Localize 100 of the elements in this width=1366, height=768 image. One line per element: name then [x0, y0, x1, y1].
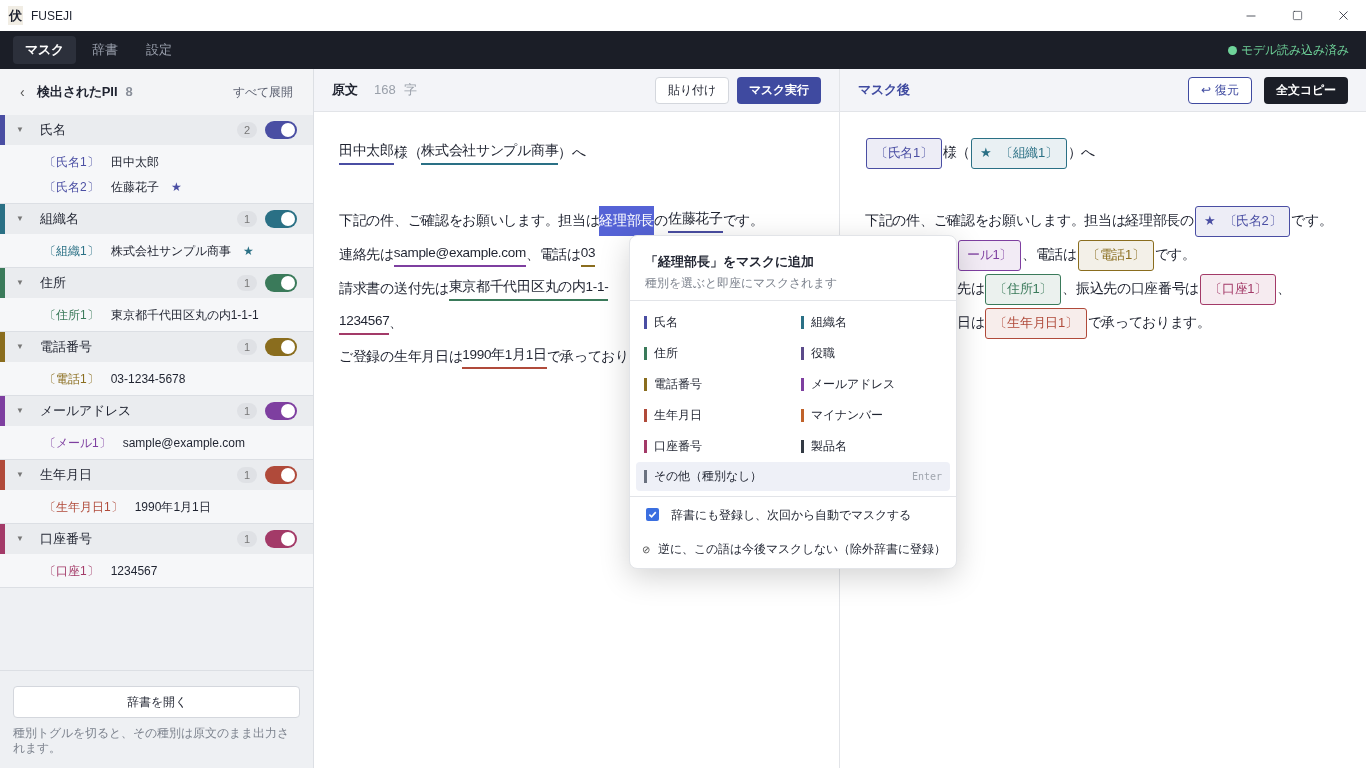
collapse-icon[interactable]: ‹ — [20, 81, 25, 103]
chip-label: 〔口座1〕 — [1209, 280, 1267, 299]
category-header[interactable]: ▼ 生年月日 1 — [5, 460, 313, 490]
toggle-switch[interactable] — [265, 466, 297, 484]
category-label: 氏名 — [39, 121, 66, 140]
count-badge: 1 — [236, 530, 257, 548]
toggle-switch[interactable] — [265, 338, 297, 356]
category-header[interactable]: ▼ 住所 1 — [5, 268, 313, 298]
mask-chip[interactable]: 〔氏名1〕 — [866, 137, 942, 169]
pane-title: マスク後 — [858, 81, 910, 100]
nav-tab[interactable]: マスク — [13, 36, 76, 64]
chip-label: 〔氏名2〕 — [1223, 212, 1282, 231]
pii-tag: 〔氏名1〕 — [44, 152, 99, 171]
detected-text[interactable]: 1234567 — [339, 311, 390, 335]
chevron-icon[interactable]: ▼ — [16, 124, 24, 136]
open-dictionary-button[interactable]: 辞書を開く — [13, 686, 300, 718]
body-text: です。 — [722, 211, 764, 230]
mask-chip[interactable]: 〔住所1〕 — [985, 273, 1062, 305]
star-icon: ★ — [242, 241, 254, 260]
category-option[interactable]: 生年月日 — [636, 399, 793, 431]
chevron-icon[interactable]: ▼ — [16, 277, 24, 289]
category-header[interactable]: ▼ 組織名 1 — [5, 204, 313, 234]
chip-label: 〔生年月日1〕 — [994, 314, 1078, 333]
category-option[interactable]: その他（種別なし） Enter — [636, 461, 950, 491]
category-header[interactable]: ▼ メールアドレス 1 — [5, 396, 313, 426]
category-option[interactable]: マイナンバー — [793, 399, 950, 431]
body-text: 日は — [957, 313, 985, 332]
category-option[interactable]: 氏名 — [636, 306, 793, 338]
detected-text[interactable]: 1990年1月1日 — [462, 345, 547, 369]
model-status: モデル読み込み済み — [1241, 42, 1349, 59]
mask-chip[interactable]: 〔生年月日1〕 — [985, 307, 1087, 339]
chevron-icon[interactable]: ▼ — [16, 533, 24, 545]
category-label: 住所 — [39, 274, 66, 293]
star-icon: ★ — [170, 177, 182, 196]
category-option[interactable]: 組織名 — [793, 306, 950, 338]
chevron-icon[interactable]: ▼ — [16, 213, 24, 225]
category-option[interactable]: 住所 — [636, 337, 793, 369]
copy-all-button[interactable]: 全文コピー — [1264, 76, 1348, 104]
count-badge: 1 — [236, 402, 257, 420]
chip-label: ール1〕 — [967, 246, 1013, 265]
detected-text[interactable]: sample@example.com — [393, 243, 526, 267]
star-icon: ★ — [1203, 211, 1216, 231]
chevron-icon[interactable]: ▼ — [16, 341, 24, 353]
app-logo: 伏 — [8, 5, 23, 26]
chevron-icon[interactable]: ▼ — [16, 469, 24, 481]
category-label: 生年月日 — [39, 466, 92, 485]
category-option[interactable]: 製品名 — [793, 430, 950, 462]
category-header[interactable]: ▼ 口座番号 1 — [5, 524, 313, 554]
detected-text[interactable]: 株式会社サンプル商事 — [421, 141, 559, 165]
mask-chip[interactable]: ール1〕 — [958, 239, 1022, 271]
pii-value: 田中太郎 — [110, 153, 159, 171]
body-text: 、電話は — [525, 245, 581, 264]
pii-value: 株式会社サンプル商事 — [110, 242, 231, 260]
toggle-switch[interactable] — [265, 121, 297, 139]
category-option[interactable]: 口座番号 — [636, 430, 793, 462]
body-text: 請求書の送付先は — [339, 280, 449, 298]
pii-tag: 〔電話1〕 — [44, 369, 99, 388]
category-header[interactable]: ▼ 氏名 2 — [5, 115, 313, 145]
paste-button[interactable]: 貼り付け — [655, 76, 729, 104]
detected-text[interactable]: 佐藤花子 — [667, 209, 723, 233]
run-mask-button[interactable]: マスク実行 — [737, 76, 821, 104]
expand-all-link[interactable]: すべて展開 — [233, 83, 293, 101]
pii-value: 佐藤花子 — [110, 178, 159, 196]
body-text: 、 — [1276, 279, 1291, 298]
toggle-switch[interactable] — [265, 274, 297, 292]
mask-chip[interactable]: 〔電話1〕 — [1077, 239, 1154, 271]
restore-button[interactable]: ↩ 復元 — [1188, 76, 1252, 104]
detected-text[interactable]: 田中太郎 — [339, 141, 394, 165]
category-label: 電話番号 — [39, 338, 92, 357]
mask-chip[interactable]: ★ 〔氏名2〕 — [1194, 205, 1291, 237]
nav-tab[interactable]: 辞書 — [80, 36, 130, 64]
toggle-switch[interactable] — [265, 402, 297, 420]
mask-chip[interactable]: ★ 〔組織1〕 — [971, 137, 1067, 169]
mask-chip[interactable]: 〔口座1〕 — [1200, 273, 1276, 305]
chevron-icon[interactable]: ▼ — [16, 405, 24, 417]
category-label: 組織名 — [39, 210, 79, 229]
exclude-link[interactable]: 逆に、この語は今後マスクしない（除外辞書に登録） — [658, 540, 946, 558]
body-text: 、 — [389, 313, 404, 332]
chip-label: 〔組織1〕 — [999, 144, 1058, 163]
toggle-switch[interactable] — [265, 530, 297, 548]
popup-subtitle: 種別を選ぶと即座にマスクされます — [645, 274, 838, 292]
register-checkbox[interactable]: 辞書にも登録し、次回から自動でマスクする — [646, 505, 940, 524]
body-text: ）へ — [1067, 143, 1095, 162]
category-option[interactable]: 役職 — [793, 337, 950, 369]
body-text: 連絡先は — [339, 245, 394, 264]
category-header[interactable]: ▼ 電話番号 1 — [5, 332, 313, 362]
body-text: で承っております。 — [1087, 313, 1211, 332]
chip-label: 〔住所1〕 — [994, 280, 1053, 299]
sidebar-title: 検出されたPII — [36, 83, 118, 102]
detected-text[interactable]: 03 — [580, 243, 596, 267]
category-option[interactable]: メールアドレス — [793, 368, 950, 400]
toggle-switch[interactable] — [265, 210, 297, 228]
pii-tag: 〔口座1〕 — [44, 561, 99, 580]
detected-text[interactable]: 東京都千代田区丸の内1-1- — [448, 277, 609, 301]
pii-count: 8 — [125, 83, 133, 102]
checkbox-icon[interactable] — [646, 508, 659, 521]
category-option[interactable]: 電話番号 — [636, 368, 793, 400]
window-title: FUSEJI — [31, 7, 73, 25]
nav-tab[interactable]: 設定 — [134, 36, 184, 64]
body-text: 様（ — [393, 144, 422, 162]
